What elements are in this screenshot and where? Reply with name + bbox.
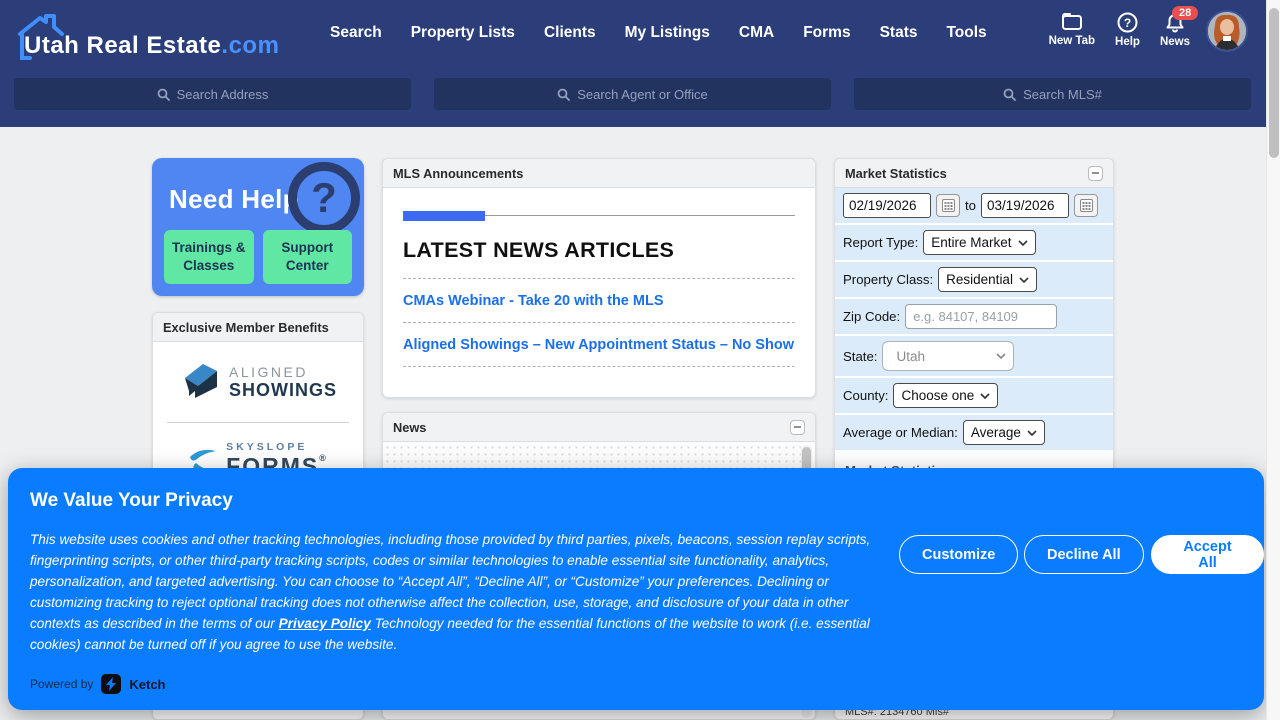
aligned-showings-icon <box>179 360 221 404</box>
powered-by: Powered by Ketch <box>30 674 166 694</box>
divider <box>403 366 795 367</box>
county-row: County: Choose one <box>835 378 1113 415</box>
date-from-input[interactable] <box>843 193 931 218</box>
mls-announcements-header: MLS Announcements <box>383 159 815 188</box>
new-tab-button[interactable]: New Tab <box>1049 12 1095 47</box>
logo-text: Utah Real Estate.com <box>14 32 279 60</box>
customize-button[interactable]: Customize <box>899 535 1018 574</box>
site-logo[interactable]: Utah Real Estate.com <box>14 12 279 60</box>
article-link[interactable]: CMAs Webinar - Take 20 with the MLS <box>403 293 795 309</box>
date-to-input[interactable] <box>981 193 1069 218</box>
search-icon <box>557 88 570 101</box>
state-select[interactable]: Utah <box>882 341 1014 371</box>
calendar-icon <box>1080 199 1093 212</box>
date-range-row: to <box>835 188 1113 225</box>
aligned-showings-logo[interactable]: ALIGNED SHOWINGS <box>153 342 363 422</box>
nav-item-cma[interactable]: CMA <box>739 24 774 42</box>
average-median-row: Average or Median: Average <box>835 415 1113 452</box>
divider <box>403 322 795 323</box>
article-link[interactable]: Aligned Showings – New Appointment Statu… <box>403 337 795 353</box>
ketch-logo-icon <box>101 674 121 694</box>
nav-item-tools[interactable]: Tools <box>946 24 986 42</box>
news-button[interactable]: 28 News <box>1160 12 1190 48</box>
search-agent-input[interactable]: Search Agent or Office <box>434 78 831 110</box>
privacy-banner-text: This website uses cookies and other trac… <box>30 530 886 655</box>
help-button[interactable]: ? Help <box>1115 12 1140 48</box>
collapse-panel-button[interactable] <box>790 420 805 435</box>
calendar-button[interactable] <box>936 194 960 217</box>
carousel-progress <box>403 211 795 221</box>
news-count-badge: 28 <box>1172 6 1198 20</box>
nav-item-property-lists[interactable]: Property Lists <box>411 24 515 42</box>
top-header: Utah Real Estate.com Search Property Lis… <box>0 0 1266 127</box>
trainings-classes-button[interactable]: Trainings & Classes <box>164 230 254 284</box>
calendar-button[interactable] <box>1074 194 1098 217</box>
decline-all-button[interactable]: Decline All <box>1024 535 1144 574</box>
chevron-down-icon <box>1027 430 1037 436</box>
ketch-vendor-name[interactable]: Ketch <box>129 677 165 692</box>
svg-text:?: ? <box>1124 16 1131 30</box>
property-class-row: Property Class: Residential <box>835 262 1113 299</box>
collapse-panel-button[interactable] <box>1088 166 1103 181</box>
accept-all-button[interactable]: Accept All <box>1151 535 1264 574</box>
chevron-down-icon <box>980 393 990 399</box>
privacy-banner-title: We Value Your Privacy <box>30 490 233 512</box>
user-avatar[interactable] <box>1206 10 1248 52</box>
divider <box>403 278 795 279</box>
new-tab-icon <box>1061 12 1083 32</box>
mls-announcements-panel: MLS Announcements LATEST NEWS ARTICLES C… <box>382 158 816 398</box>
property-class-select[interactable]: Residential <box>938 267 1037 292</box>
report-type-row: Report Type: Entire Market <box>835 225 1113 262</box>
member-benefits-header: Exclusive Member Benefits <box>153 313 363 342</box>
search-icon <box>157 88 170 101</box>
chevron-down-icon <box>1019 277 1029 283</box>
search-address-input[interactable]: Search Address <box>14 78 411 110</box>
need-help-title: Need Help <box>169 184 299 215</box>
question-mark-icon: ? <box>288 162 360 234</box>
nav-item-forms[interactable]: Forms <box>803 24 850 42</box>
support-center-button[interactable]: Support Center <box>263 230 353 284</box>
need-help-card: Need Help ? Trainings & Classes Support … <box>152 158 364 296</box>
zip-code-input[interactable] <box>905 304 1057 329</box>
privacy-policy-link[interactable]: Privacy Policy <box>279 616 371 631</box>
market-statistics-header: Market Statistics <box>835 159 1113 188</box>
average-median-select[interactable]: Average <box>963 420 1045 445</box>
page-scrollbar-thumb[interactable] <box>1269 8 1279 158</box>
nav-item-search[interactable]: Search <box>330 24 382 42</box>
carousel-progress-bar <box>403 211 485 221</box>
header-actions: New Tab ? Help 28 News <box>1049 12 1190 48</box>
privacy-consent-banner: We Value Your Privacy This website uses … <box>8 468 1264 710</box>
calendar-icon <box>942 199 955 212</box>
chevron-down-icon <box>996 353 1006 359</box>
chevron-down-icon <box>1018 240 1028 246</box>
nav-item-my-listings[interactable]: My Listings <box>625 24 710 42</box>
county-select[interactable]: Choose one <box>893 383 998 408</box>
search-icon <box>1003 88 1016 101</box>
nav-item-clients[interactable]: Clients <box>544 24 596 42</box>
help-icon: ? <box>1117 12 1138 33</box>
news-panel-header: News <box>383 413 815 442</box>
latest-news-heading: LATEST NEWS ARTICLES <box>403 238 795 263</box>
report-type-select[interactable]: Entire Market <box>923 230 1035 255</box>
nav-item-stats[interactable]: Stats <box>880 24 918 42</box>
zip-code-row: Zip Code: <box>835 299 1113 336</box>
state-row: State: Utah <box>835 336 1113 378</box>
avatar-image <box>1208 12 1246 50</box>
main-nav: Search Property Lists Clients My Listing… <box>330 0 987 66</box>
page-scrollbar[interactable] <box>1266 0 1280 720</box>
search-mls-input[interactable]: Search MLS# <box>854 78 1251 110</box>
registered-mark: ® <box>319 453 328 463</box>
